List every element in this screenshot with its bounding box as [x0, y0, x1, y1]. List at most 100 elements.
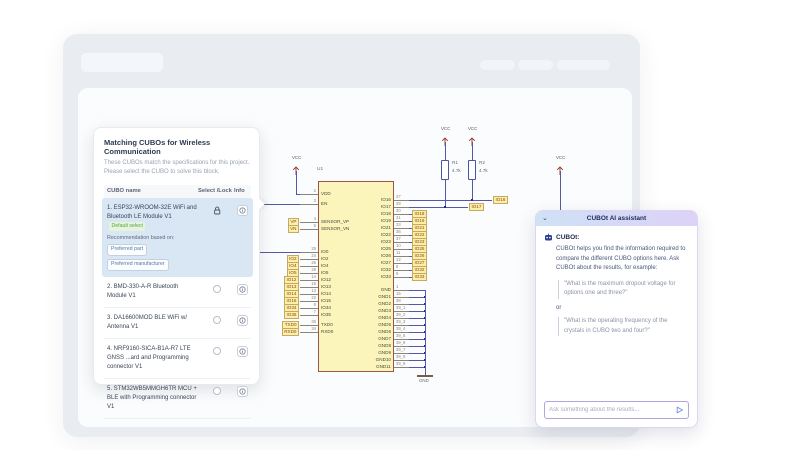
- lock-icon[interactable]: [213, 206, 222, 215]
- pin-name-en: EN: [321, 200, 328, 206]
- pin-number: 5: [313, 222, 316, 228]
- cubo-row[interactable]: 2. BMD-330-A-R Bluetooth Module V1: [104, 277, 251, 308]
- info-button[interactable]: [236, 385, 248, 397]
- example-question-2: "What is the operating frequency of the …: [558, 316, 686, 337]
- cubo-name: 4. NRF9160-SICA-B1A-R7 LTE GNSS ...ard a…: [107, 345, 191, 370]
- wire: [409, 206, 468, 208]
- wire: [409, 310, 425, 312]
- power-label-vcc: VCC: [292, 155, 302, 160]
- cubo-row[interactable]: 3. DA16600MOD BLE WiFi w/ Antenna V1: [104, 308, 251, 339]
- pin-number: 39_8: [396, 353, 406, 359]
- wire: [409, 352, 425, 354]
- pin-number: 8: [396, 263, 399, 269]
- pin-number: 4: [313, 215, 316, 221]
- pin-number: 39_3: [396, 318, 406, 324]
- pin-name-io0: IO0: [321, 248, 329, 254]
- wire: [295, 171, 297, 194]
- net-label-vn[interactable]: VN: [287, 225, 299, 233]
- pin-number: 9: [396, 270, 399, 276]
- chat-header[interactable]: ⌄ CUBOt AI assistant: [536, 211, 697, 226]
- chat-input[interactable]: [545, 407, 676, 413]
- info-icon[interactable]: [238, 285, 246, 293]
- radio-select[interactable]: [213, 386, 221, 395]
- pin-name-io19: IO19: [381, 217, 391, 223]
- wire: [409, 331, 425, 333]
- pin-name-gnd: GND: [380, 286, 391, 292]
- radio-select[interactable]: [213, 346, 221, 355]
- chat-input-wrap: [544, 401, 689, 419]
- info-icon[interactable]: [238, 347, 246, 355]
- pin-name-io13: IO13: [321, 283, 331, 289]
- col-select-lock: Select /Lock: [198, 188, 232, 195]
- pin-name-rxd0: RXD0: [321, 328, 334, 334]
- info-icon[interactable]: [238, 206, 246, 214]
- pin-number: 2: [313, 187, 316, 193]
- info-button[interactable]: [236, 283, 248, 295]
- info-icon[interactable]: [238, 387, 246, 395]
- radio-select[interactable]: [213, 315, 221, 324]
- info-button[interactable]: [236, 345, 248, 357]
- wire: [471, 180, 473, 200]
- pin-name-io4: IO4: [321, 262, 329, 268]
- info-button[interactable]: [236, 314, 248, 326]
- pin-number: 11: [396, 249, 401, 255]
- pin-name-gnd2: GND2: [378, 300, 391, 306]
- pin-number: 10: [396, 242, 401, 248]
- net-label-io16[interactable]: IO16: [493, 196, 508, 204]
- wire: [394, 276, 409, 278]
- pin-number: 29: [311, 266, 316, 272]
- pin-name-io34: IO34: [321, 304, 331, 310]
- recommendation-chip: Preferred manufacturer: [107, 258, 169, 271]
- pin-number: 37: [396, 235, 401, 241]
- wire: [409, 366, 425, 368]
- pin-number: 16: [311, 280, 316, 286]
- resistor-r2[interactable]: [468, 160, 476, 180]
- wire: [296, 193, 300, 195]
- pin-name-txd0: TXD0: [321, 321, 333, 327]
- panel-title: Matching CUBOs for Wireless Communicatio…: [104, 138, 211, 156]
- wire: [409, 359, 425, 361]
- pin-number: 27: [396, 193, 401, 199]
- pin-name-io25: IO25: [381, 245, 391, 251]
- wire: [300, 203, 318, 205]
- resistor-r1[interactable]: [441, 160, 449, 180]
- pin-name-gnd6: GND6: [378, 328, 391, 334]
- resistor-ref: R1: [452, 160, 458, 165]
- pin-number: 12: [396, 256, 401, 262]
- cubo-name: 5. STM32WB5MMGH6TR MCU + BLE with Progra…: [107, 385, 197, 410]
- pin-name-gnd11: GND11: [376, 363, 391, 369]
- pin-number: 1: [396, 283, 399, 289]
- example-question-1: "What is the maximum dropout voltage for…: [558, 279, 686, 299]
- bot-name: CUBOt:: [556, 234, 580, 241]
- net-label-io33[interactable]: IO33: [412, 273, 427, 281]
- pin-number: 6: [313, 301, 316, 307]
- cubo-name: 1. ESP32-WROOM-32E WiFi and Bluetooth LE…: [107, 204, 201, 271]
- pin-name-io15: IO15: [321, 297, 331, 303]
- cubo-row[interactable]: 4. NRF9160-SICA-B1A-R7 LTE GNSS ...ard a…: [104, 339, 251, 379]
- wire: [409, 296, 425, 298]
- pin-number: 24: [311, 252, 316, 258]
- radio-select[interactable]: [213, 284, 221, 293]
- pin-name-io22: IO22: [381, 231, 391, 237]
- pin-number: 28: [396, 200, 401, 206]
- pin-name-gnd4: GND4: [378, 314, 391, 320]
- pin-name-gnd1: GND1: [378, 293, 391, 299]
- pin-number: 39_9: [396, 360, 406, 366]
- pin-number: 33: [396, 221, 401, 227]
- net-label-rxd0[interactable]: RXD0: [281, 328, 299, 336]
- wire: [444, 142, 446, 160]
- pin-name-io21: IO21: [381, 224, 391, 230]
- pin-number: 36: [396, 228, 401, 234]
- recommendation-note: Recommendation based on:: [107, 234, 175, 241]
- recommendation-chip: Preferred part: [107, 244, 148, 256]
- vcc-arrow-icon: [441, 133, 449, 146]
- info-button[interactable]: [236, 204, 248, 216]
- net-label-io17[interactable]: IO17: [469, 203, 484, 211]
- ic-refdes: U1: [317, 167, 324, 172]
- pin-name-io33: IO33: [381, 273, 391, 279]
- cubo-row[interactable]: 5. STM32WB5MMGH6TR MCU + BLE with Progra…: [104, 379, 251, 419]
- send-icon[interactable]: [676, 406, 684, 414]
- cubo-row[interactable]: 1. ESP32-WROOM-32E WiFi and Bluetooth LE…: [102, 197, 253, 277]
- info-icon[interactable]: [238, 316, 246, 324]
- net-label-io35[interactable]: IO35: [284, 311, 299, 319]
